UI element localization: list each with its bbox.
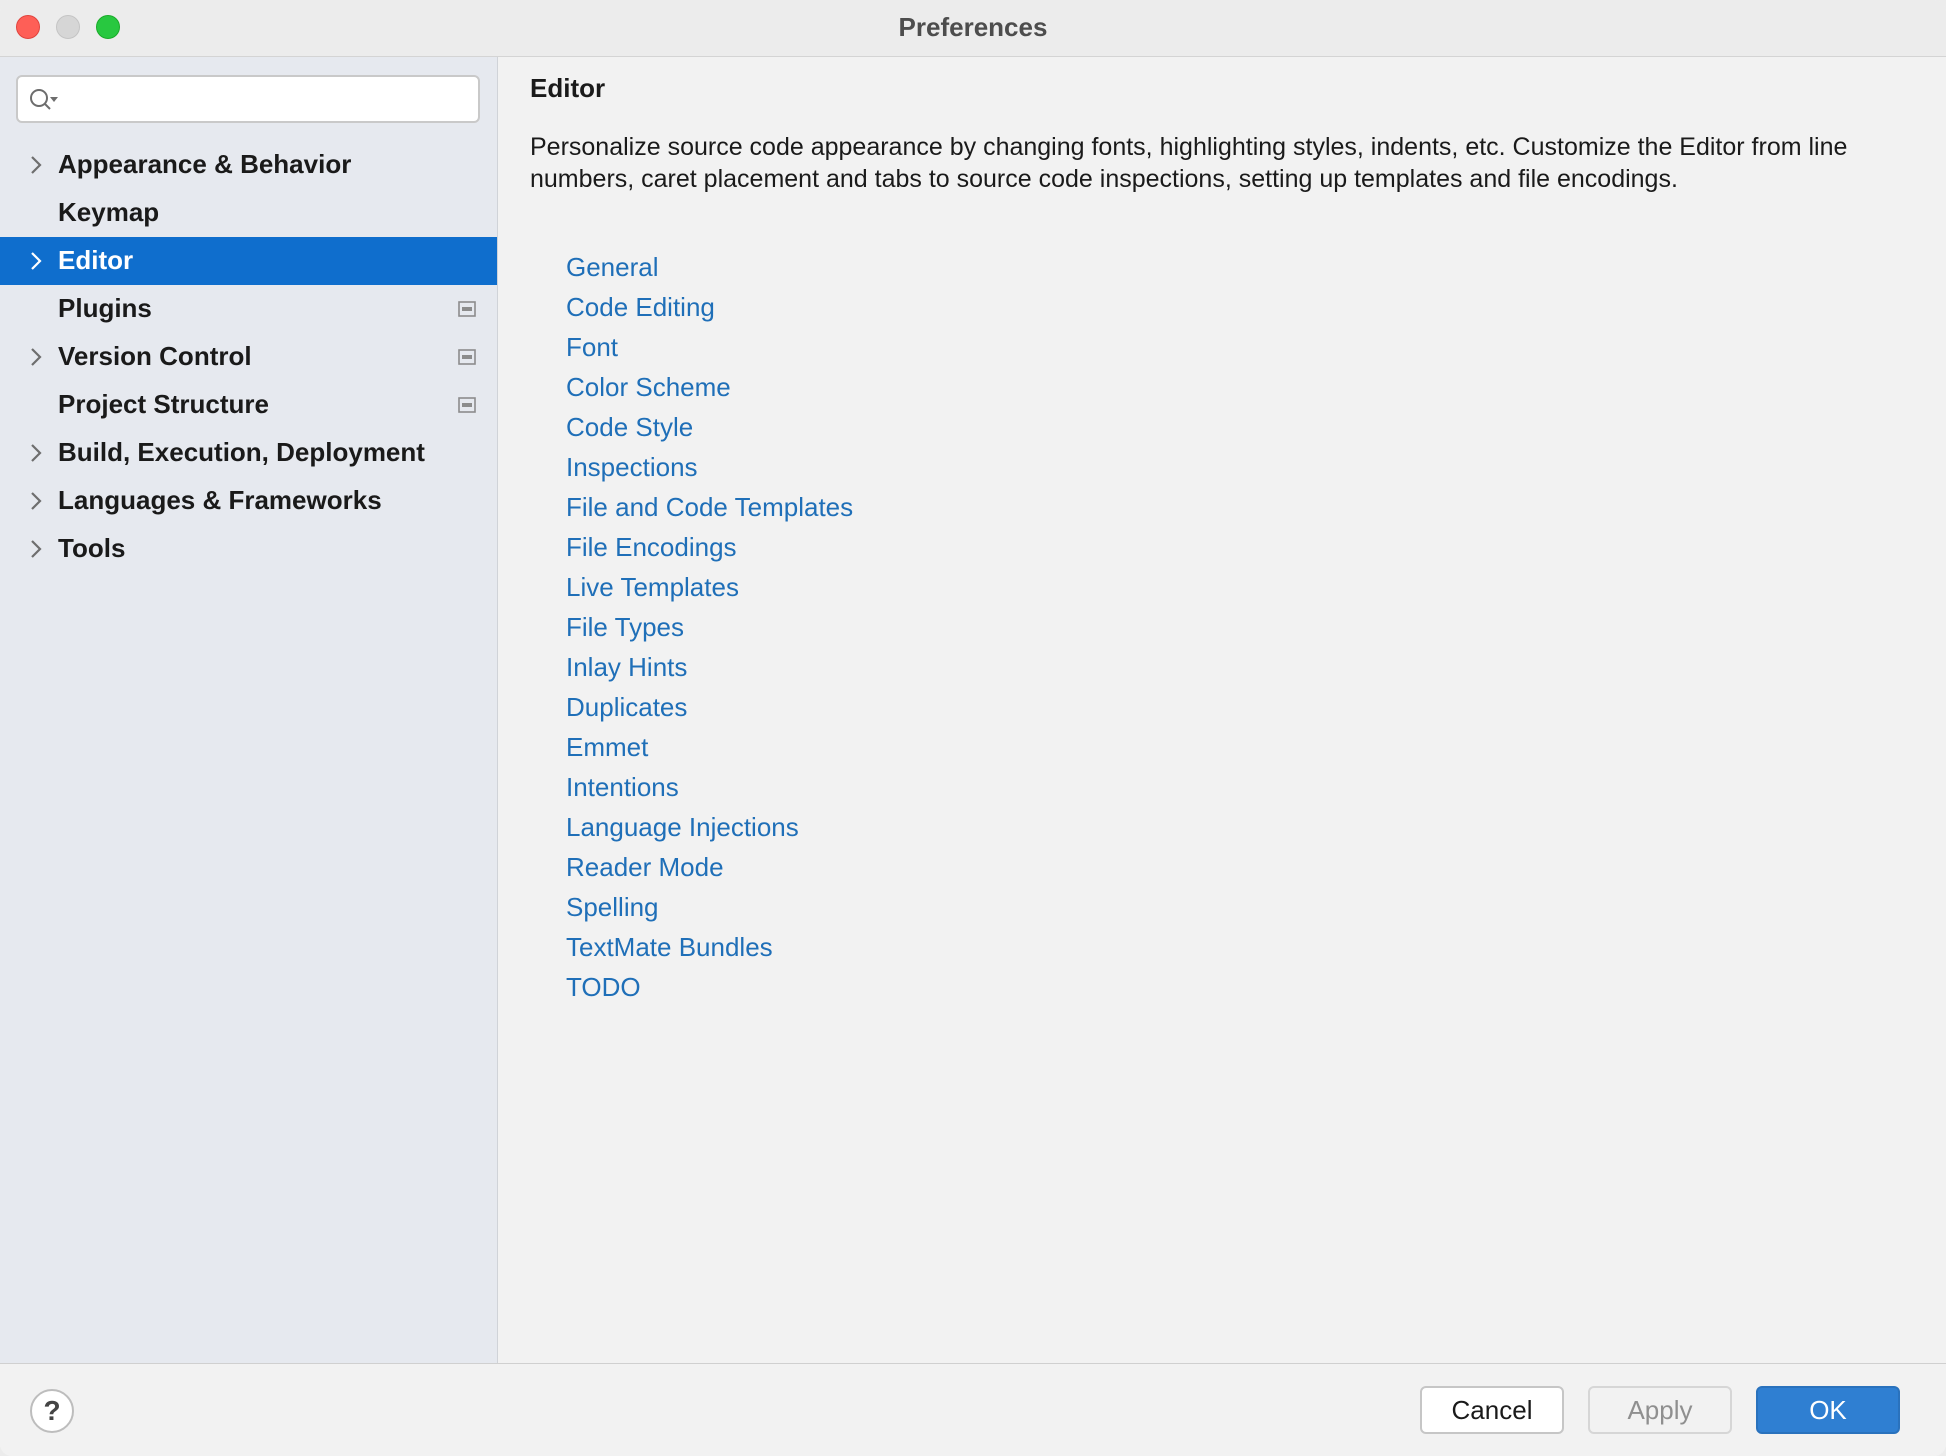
link-file-encodings[interactable]: File Encodings [566,527,853,567]
sidebar-item-label: Project Structure [58,389,269,420]
chevron-right-icon[interactable] [24,537,48,561]
link-duplicates[interactable]: Duplicates [566,687,853,727]
settings-sidebar: Appearance & Behavior Keymap Editor Plugins… [0,57,498,1363]
link-todo[interactable]: TODO [566,967,853,1007]
settings-tree: Appearance & Behavior Keymap Editor Plugins… [0,141,497,573]
link-code-style[interactable]: Code Style [566,407,853,447]
sidebar-item-editor[interactable]: Editor [0,237,497,285]
sidebar-item-label: Version Control [58,341,252,372]
sidebar-item-plugins[interactable]: Plugins [0,285,497,333]
sidebar-item-languages-frameworks[interactable]: Languages & Frameworks [0,477,497,525]
link-inspections[interactable]: Inspections [566,447,853,487]
link-file-and-code-templates[interactable]: File and Code Templates [566,487,853,527]
cancel-button[interactable]: Cancel [1420,1386,1564,1434]
link-spelling[interactable]: Spelling [566,887,853,927]
link-file-types[interactable]: File Types [566,607,853,647]
sidebar-item-build-execution-deployment[interactable]: Build, Execution, Deployment [0,429,497,477]
sidebar-item-label: Keymap [58,197,159,228]
ok-button[interactable]: OK [1756,1386,1900,1434]
help-button[interactable]: ? [30,1389,74,1433]
link-inlay-hints[interactable]: Inlay Hints [566,647,853,687]
sidebar-item-label: Appearance & Behavior [58,149,351,180]
link-color-scheme[interactable]: Color Scheme [566,367,853,407]
link-textmate-bundles[interactable]: TextMate Bundles [566,927,853,967]
link-emmet[interactable]: Emmet [566,727,853,767]
sidebar-item-label: Editor [58,245,133,276]
chevron-right-icon[interactable] [24,153,48,177]
link-reader-mode[interactable]: Reader Mode [566,847,853,887]
chevron-right-icon[interactable] [24,441,48,465]
search-icon[interactable] [28,87,60,113]
link-code-editing[interactable]: Code Editing [566,287,853,327]
dialog-footer: ? Cancel Apply OK [0,1363,1946,1456]
window-title: Preferences [0,12,1946,43]
link-language-injections[interactable]: Language Injections [566,807,853,847]
project-level-icon [458,349,476,365]
chevron-right-icon[interactable] [24,249,48,273]
chevron-right-icon[interactable] [24,489,48,513]
settings-search-field[interactable] [16,75,480,123]
editor-subpage-links: GeneralCode EditingFontColor SchemeCode … [566,247,853,1007]
sidebar-item-keymap[interactable]: Keymap [0,189,497,237]
link-font[interactable]: Font [566,327,853,367]
chevron-right-icon[interactable] [24,345,48,369]
sidebar-item-project-structure[interactable]: Project Structure [0,381,497,429]
project-level-icon [458,397,476,413]
link-intentions[interactable]: Intentions [566,767,853,807]
sidebar-item-version-control[interactable]: Version Control [0,333,497,381]
sidebar-item-label: Plugins [58,293,152,324]
editor-description: Personalize source code appearance by ch… [530,131,1920,195]
editor-settings-panel: Editor Personalize source code appearanc… [498,57,1946,1363]
link-live-templates[interactable]: Live Templates [566,567,853,607]
link-general[interactable]: General [566,247,853,287]
sidebar-item-label: Languages & Frameworks [58,485,382,516]
sidebar-item-appearance-behavior[interactable]: Appearance & Behavior [0,141,497,189]
preferences-window: Preferences Appearance & Behavior Keymap E… [0,0,1946,1456]
page-title: Editor [530,73,605,104]
apply-button[interactable]: Apply [1588,1386,1732,1434]
sidebar-item-tools[interactable]: Tools [0,525,497,573]
sidebar-item-label: Build, Execution, Deployment [58,437,425,468]
sidebar-item-label: Tools [58,533,125,564]
title-bar[interactable]: Preferences [0,0,1946,57]
project-level-icon [458,301,476,317]
